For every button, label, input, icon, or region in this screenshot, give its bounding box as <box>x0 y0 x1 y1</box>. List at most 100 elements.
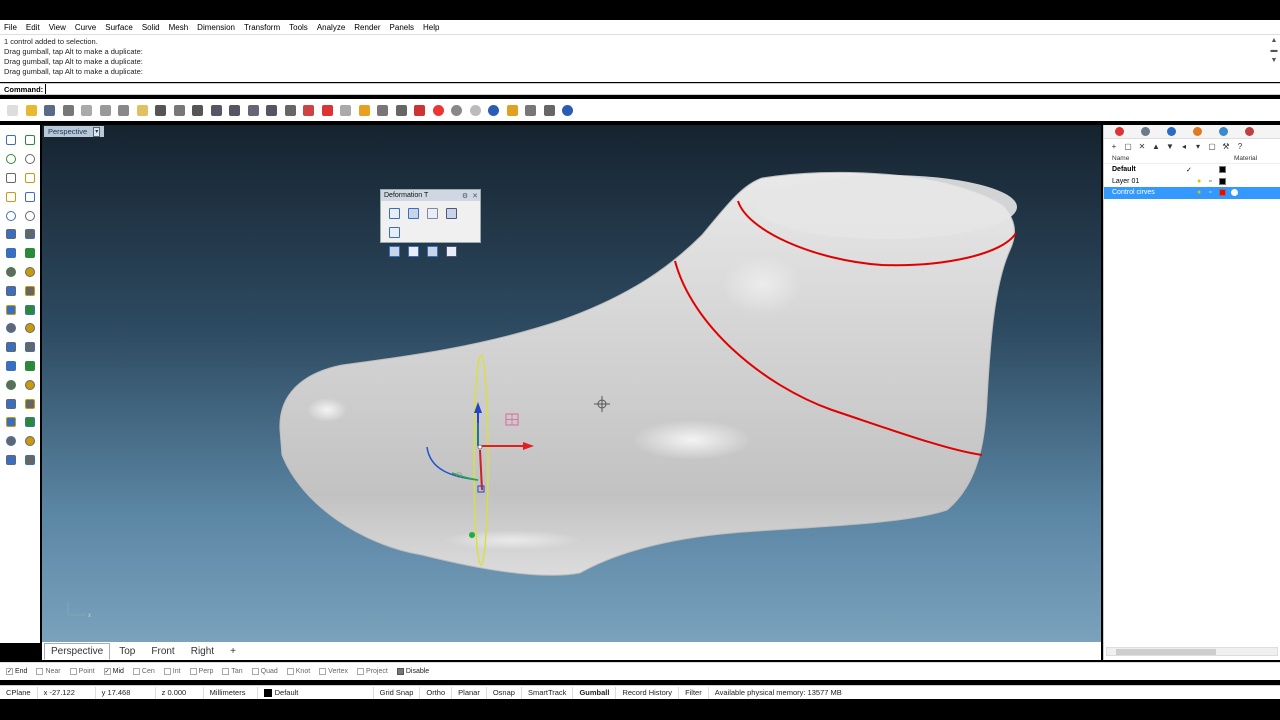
tab-front[interactable]: Front <box>144 643 181 660</box>
render-tool[interactable] <box>3 452 18 467</box>
layer-color-swatch[interactable] <box>1219 189 1226 197</box>
paste-button[interactable] <box>134 102 151 119</box>
text-tool[interactable] <box>3 358 18 373</box>
menu-render[interactable]: Render <box>354 23 380 32</box>
osnap-knot[interactable]: Knot <box>286 668 310 675</box>
open-button[interactable] <box>23 102 40 119</box>
select-points-button[interactable] <box>374 102 391 119</box>
delete-icon[interactable]: ✕ <box>1136 140 1148 152</box>
gumball-toggle[interactable]: Gumball <box>573 686 617 699</box>
materials-tab[interactable] <box>1186 126 1208 138</box>
osnap-mid[interactable]: ✓ Mid <box>103 668 124 675</box>
lock-icon[interactable]: ▫ <box>1209 178 1219 185</box>
circle-tool[interactable] <box>3 170 18 185</box>
material-swatch[interactable] <box>1231 166 1238 173</box>
osnap-perp[interactable]: Perp <box>189 668 213 675</box>
checkbox[interactable] <box>357 668 365 675</box>
filter-toggle[interactable]: Filter <box>679 686 709 699</box>
checkbox[interactable] <box>132 668 140 675</box>
current-layer[interactable]: Default <box>258 686 374 699</box>
import-button[interactable] <box>78 102 95 119</box>
column-name[interactable]: Name <box>1112 155 1224 162</box>
move-up-icon[interactable]: ▲ <box>1150 140 1162 152</box>
move-left-icon[interactable]: ◂ <box>1178 140 1190 152</box>
rotate-view-button[interactable] <box>282 102 299 119</box>
checkbox[interactable] <box>36 668 44 675</box>
column-material[interactable]: Material <box>1234 155 1257 162</box>
deformation-titlebar[interactable]: Deformation T ⚙ ✕ <box>381 190 480 201</box>
new-layer-icon[interactable]: + <box>1108 140 1120 152</box>
bend-button[interactable] <box>386 243 403 260</box>
record-history-toggle[interactable]: Record History <box>616 686 680 699</box>
material-swatch[interactable] <box>1231 189 1238 197</box>
save-button[interactable] <box>41 102 58 119</box>
mesh-tool[interactable] <box>3 396 18 411</box>
offset-tool[interactable] <box>3 302 18 317</box>
tab-top[interactable]: Top <box>112 643 142 660</box>
boolean-tool[interactable] <box>3 283 18 298</box>
curve-tool[interactable] <box>22 152 37 167</box>
perspective-viewport[interactable]: Perspective ▾ x <box>42 125 1101 642</box>
undo-button[interactable] <box>152 102 169 119</box>
planar-toggle[interactable]: Planar <box>452 686 487 699</box>
help-icon[interactable]: ? <box>1234 140 1246 152</box>
zoom-window-button[interactable] <box>226 102 243 119</box>
snap-button[interactable] <box>356 102 373 119</box>
visibility-bulb-icon[interactable]: ● <box>1197 189 1209 196</box>
menu-mesh[interactable]: Mesh <box>169 23 189 32</box>
shade-button[interactable] <box>411 102 428 119</box>
trim-tool[interactable] <box>22 302 37 317</box>
mirror-tool[interactable] <box>22 377 37 392</box>
group-tool[interactable] <box>3 340 18 355</box>
taper-button[interactable] <box>386 224 403 241</box>
filter-icon[interactable]: ▾ <box>1192 140 1204 152</box>
panel-scrollbar[interactable] <box>1106 647 1278 656</box>
checkbox[interactable] <box>189 668 197 675</box>
osnap-vertex[interactable]: Vertex <box>319 668 348 675</box>
new-file-button[interactable] <box>4 102 21 119</box>
flow-surface-button[interactable] <box>405 243 422 260</box>
car-button[interactable] <box>319 102 336 119</box>
menu-tools[interactable]: Tools <box>289 23 308 32</box>
current-layer-check-icon[interactable]: ✓ <box>1186 166 1197 174</box>
tab-right[interactable]: Right <box>184 643 221 660</box>
sphere-blue-button[interactable] <box>485 102 502 119</box>
tab-perspective[interactable]: Perspective <box>44 642 111 660</box>
osnap-int[interactable]: Int <box>163 668 181 675</box>
osnap-tan[interactable]: Tan <box>222 668 243 675</box>
ortho-toggle[interactable]: Ortho <box>420 686 453 699</box>
print-button[interactable] <box>60 102 77 119</box>
zoom-button[interactable] <box>208 102 225 119</box>
model-canvas[interactable]: x <box>42 125 1101 642</box>
deformation-toolbar[interactable]: Deformation T ⚙ ✕ <box>380 189 481 257</box>
help-button[interactable] <box>559 102 576 119</box>
render-tab[interactable] <box>1212 126 1234 138</box>
checkbox[interactable] <box>222 668 230 675</box>
fillet-tool[interactable] <box>22 283 37 298</box>
lock-icon[interactable]: ▫ <box>1209 189 1219 196</box>
ellipse-tool[interactable] <box>3 208 18 223</box>
arc-tool[interactable] <box>22 170 37 185</box>
grid-snap-toggle[interactable]: Grid Snap <box>374 686 421 699</box>
menu-surface[interactable]: Surface <box>105 23 133 32</box>
layer-color-swatch[interactable] <box>1219 166 1226 174</box>
cut-button[interactable] <box>97 102 114 119</box>
tools-icon[interactable]: ⚒ <box>1220 140 1232 152</box>
join-tool[interactable] <box>3 321 18 336</box>
checkbox[interactable] <box>163 668 171 675</box>
pan-button[interactable] <box>171 102 188 119</box>
flow-button[interactable] <box>405 205 422 222</box>
polygon-tool[interactable] <box>22 189 37 204</box>
menu-panels[interactable]: Panels <box>390 23 414 32</box>
osnap-quad[interactable]: Quad <box>251 668 278 675</box>
sphere-white-button[interactable] <box>467 102 484 119</box>
checkbox[interactable]: ✓ <box>103 668 111 675</box>
extrude-tool[interactable] <box>22 227 37 242</box>
surface-tool[interactable] <box>3 227 18 242</box>
smarttrack-toggle[interactable]: SmartTrack <box>522 686 574 699</box>
point-tool[interactable] <box>22 133 37 148</box>
grid-tool[interactable] <box>3 415 18 430</box>
stretch-button[interactable] <box>443 205 460 222</box>
freeform-tool[interactable] <box>22 208 37 223</box>
menu-help[interactable]: Help <box>423 23 439 32</box>
